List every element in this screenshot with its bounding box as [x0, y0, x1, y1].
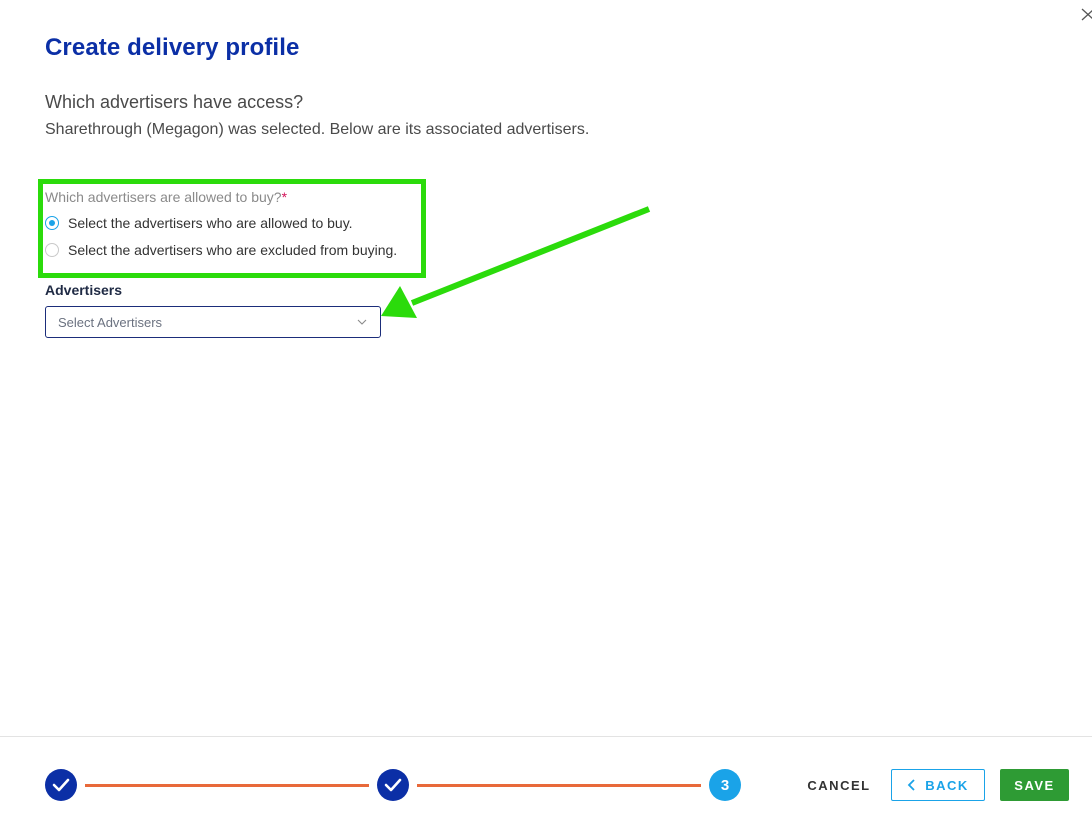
delivery-profile-dialog: Create delivery profile Which advertiser…	[0, 0, 1092, 822]
radio-option-allowed-label: Select the advertisers who are allowed t…	[68, 215, 353, 231]
step-connector-2	[417, 784, 701, 787]
back-button-label: BACK	[925, 777, 969, 793]
check-icon	[52, 778, 70, 792]
back-button[interactable]: BACK	[891, 769, 985, 801]
save-button[interactable]: SAVE	[1000, 769, 1069, 801]
close-icon[interactable]	[1078, 6, 1092, 22]
step-3-current: 3	[709, 769, 741, 801]
radio-option-excluded[interactable]: Select the advertisers who are excluded …	[45, 240, 397, 260]
step-connector-1	[85, 784, 369, 787]
progress-stepper: 3	[45, 768, 742, 802]
advertisers-label: Advertisers	[45, 282, 123, 298]
section-subtext: Sharethrough (Megagon) was selected. Bel…	[45, 121, 590, 138]
step-2-complete	[377, 769, 409, 801]
radio-button-excluded[interactable]	[45, 243, 59, 257]
chevron-left-icon	[907, 779, 915, 791]
step-1-complete	[45, 769, 77, 801]
check-icon	[384, 778, 402, 792]
advertisers-select-placeholder: Select Advertisers	[58, 314, 163, 330]
required-marker: *	[281, 189, 288, 205]
section-question: Which advertisers have access?	[45, 92, 304, 112]
radio-button-allowed[interactable]	[45, 216, 59, 230]
chevron-down-icon	[350, 306, 374, 338]
access-mode-radio-group: Which advertisers are allowed to buy?* S…	[45, 189, 397, 267]
access-mode-label: Which advertisers are allowed to buy?*	[45, 189, 288, 205]
radio-option-excluded-label: Select the advertisers who are excluded …	[68, 242, 398, 258]
footer-divider	[0, 736, 1092, 737]
radio-option-allowed[interactable]: Select the advertisers who are allowed t…	[45, 213, 397, 233]
cancel-button[interactable]: CANCEL	[800, 769, 878, 801]
dialog-title: Create delivery profile	[45, 34, 300, 61]
advertisers-select[interactable]: Select Advertisers	[45, 306, 381, 338]
